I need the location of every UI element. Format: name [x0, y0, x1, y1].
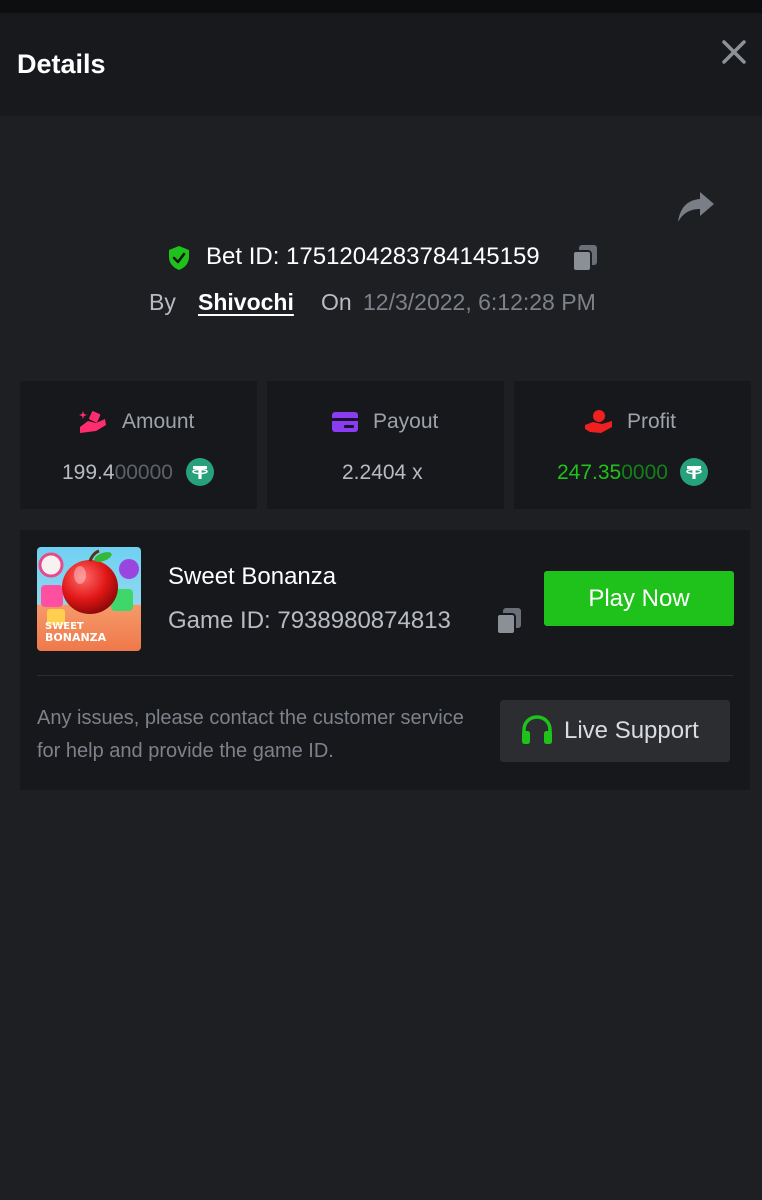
amount-label: Amount [122, 410, 195, 433]
status-strip [0, 0, 762, 13]
copy-game-id-icon[interactable] [495, 606, 523, 636]
details-header: Details [0, 13, 762, 116]
game-id: Game ID: 7938980874813 [168, 607, 451, 634]
amount-value-dim: 00000 [114, 461, 173, 484]
play-now-button[interactable]: Play Now [544, 571, 734, 626]
game-name: Sweet Bonanza [168, 563, 337, 590]
page-title: Details [17, 49, 106, 79]
amount-value: 199.400000 [62, 461, 173, 485]
amount-card: Amount 199.400000 [20, 381, 257, 509]
payout-value: 2.2404 x [342, 461, 423, 484]
profit-label: Profit [627, 410, 677, 433]
profit-value-main: 247.35 [557, 461, 622, 484]
live-support-label: Live Support [564, 717, 699, 744]
share-icon[interactable] [676, 188, 716, 224]
close-icon[interactable] [718, 36, 750, 68]
thumb-text-2: BONANZA [45, 631, 107, 644]
live-support-button[interactable]: Live Support [500, 700, 730, 762]
payout-card: Payout 2.2404 x [267, 381, 504, 509]
money-hand-icon [79, 411, 106, 433]
divider [37, 675, 733, 676]
profit-value: 247.350000 [557, 461, 668, 485]
card-icon [332, 412, 358, 432]
amount-value-main: 199.4 [62, 461, 115, 484]
by-label: By [149, 289, 176, 315]
on-label: On [321, 289, 352, 315]
tether-icon [186, 458, 214, 486]
profit-value-dim: 0000 [621, 461, 668, 484]
help-text: Any issues, please contact the customer … [37, 707, 464, 762]
coin-hand-icon [585, 410, 612, 433]
tether-icon [680, 458, 708, 486]
game-thumbnail-art: SWEET BONANZA [37, 547, 141, 651]
bet-datetime: 12/3/2022, 6:12:28 PM [363, 289, 596, 315]
verified-shield-icon [169, 246, 189, 270]
payout-label: Payout [373, 410, 439, 433]
headset-icon [522, 715, 552, 744]
profit-card: Profit 247.350000 [514, 381, 751, 509]
game-thumbnail[interactable]: SWEET BONANZA [37, 547, 141, 651]
copy-bet-id-icon[interactable] [571, 243, 599, 273]
bet-id: Bet ID: 1751204283784145159 [206, 243, 540, 270]
username-link[interactable]: Shivochi [198, 289, 294, 316]
